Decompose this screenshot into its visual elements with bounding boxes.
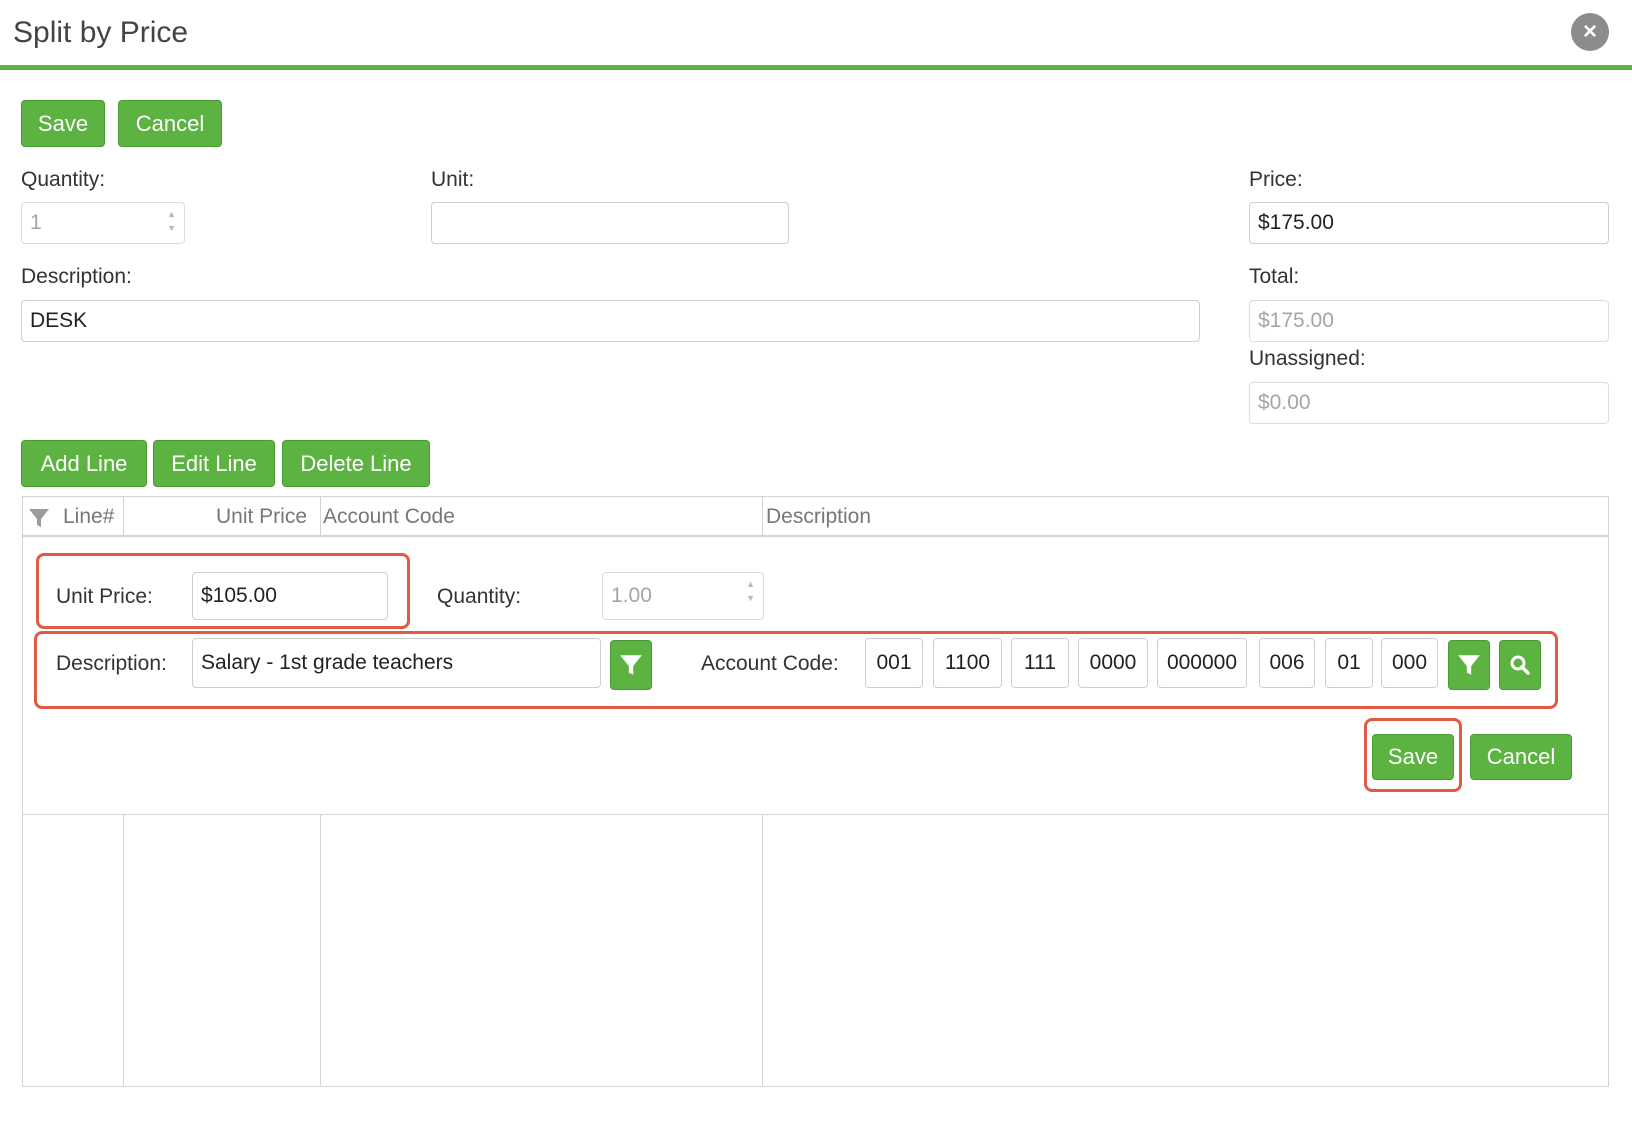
unit-label: Unit: <box>431 168 475 191</box>
total-field: $175.00 <box>1249 300 1609 342</box>
description-label: Description: <box>21 265 132 288</box>
editor-quantity-field: 1.00 ▲ ▼ <box>602 572 764 620</box>
column-header-line[interactable]: Line# <box>63 497 114 537</box>
quantity-label: Quantity: <box>21 168 106 191</box>
total-label: Total: <box>1249 265 1300 288</box>
unassigned-label: Unassigned: <box>1249 347 1366 370</box>
editor-quantity-value: 1.00 <box>611 584 652 607</box>
close-icon[interactable]: × <box>1571 13 1609 51</box>
description-field[interactable]: DESK <box>21 300 1200 342</box>
price-label: Price: <box>1249 168 1303 191</box>
delete-line-button[interactable]: Delete Line <box>282 440 430 487</box>
highlight-description-account-code <box>34 631 1558 709</box>
column-divider <box>123 815 124 1086</box>
row-divider <box>23 814 1608 815</box>
column-divider <box>123 497 124 537</box>
filter-icon[interactable] <box>27 497 51 537</box>
grid-header: Line# Unit Price Account Code Descriptio… <box>23 497 1608 537</box>
save-button[interactable]: Save <box>21 100 105 147</box>
column-divider <box>762 815 763 1086</box>
column-header-description[interactable]: Description <box>766 497 871 537</box>
add-line-button[interactable]: Add Line <box>21 440 147 487</box>
editor-cancel-button[interactable]: Cancel <box>1470 734 1572 780</box>
editor-quantity-label: Quantity: <box>437 585 522 608</box>
highlight-unit-price <box>36 553 410 629</box>
editor-quantity-spinner-icon: ▲ ▼ <box>746 579 755 603</box>
quantity-spinner-icon[interactable]: ▲ ▼ <box>167 207 176 235</box>
cancel-button[interactable]: Cancel <box>118 100 222 147</box>
column-header-account-code[interactable]: Account Code <box>323 497 455 537</box>
column-divider <box>762 497 763 537</box>
price-field[interactable]: $175.00 <box>1249 202 1609 244</box>
column-header-unit-price[interactable]: Unit Price <box>216 497 307 537</box>
quantity-field[interactable]: 1 ▲ ▼ <box>21 202 185 244</box>
dialog-title: Split by Price <box>13 16 189 49</box>
quantity-value: 1 <box>30 211 42 234</box>
column-divider <box>320 815 321 1086</box>
unit-field[interactable] <box>431 202 789 244</box>
highlight-save-button <box>1364 718 1462 792</box>
unassigned-field: $0.00 <box>1249 382 1609 424</box>
edit-line-button[interactable]: Edit Line <box>153 440 275 487</box>
dialog-title-bar: Split by Price × <box>0 0 1632 70</box>
column-divider <box>320 497 321 537</box>
